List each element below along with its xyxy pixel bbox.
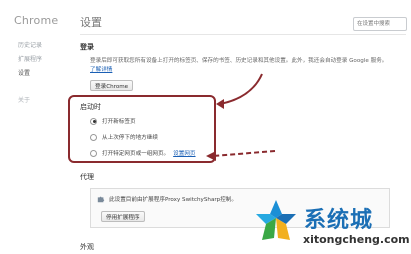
proxy-heading: 代理 <box>80 173 94 181</box>
disable-extension-button[interactable]: 停用扩展程序 <box>101 211 145 222</box>
appearance-heading: 外观 <box>80 243 94 251</box>
watermark-logo-icon <box>256 200 296 240</box>
proxy-message: 此设置目前由扩展程序Proxy SwitchySharp控制。 <box>109 197 237 203</box>
watermark-text-en: xitongcheng.com <box>303 233 410 246</box>
puzzle-icon <box>97 196 105 203</box>
curved-arrow-head <box>216 99 224 109</box>
curved-arrow <box>219 73 263 105</box>
dashed-arrow-head <box>206 151 216 161</box>
dashed-arrow <box>212 150 276 157</box>
watermark-text-cn: 系统城 <box>304 208 374 233</box>
